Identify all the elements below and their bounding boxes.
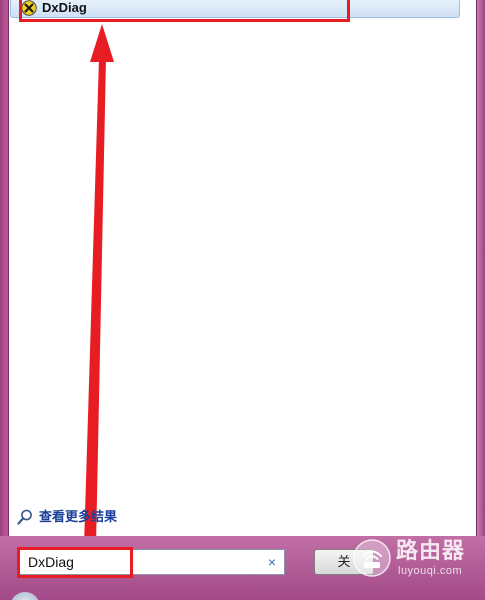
window-frame-right: [477, 0, 485, 600]
see-more-results-label: 查看更多结果: [39, 509, 118, 524]
watermark-title: 路由器: [396, 538, 466, 563]
start-menu-screen: DxDiag 查看更多结果 × 关 路由器 luyouqi.com: [0, 0, 485, 600]
watermark: 路由器 luyouqi.com: [352, 536, 485, 582]
search-icon: [17, 509, 32, 525]
start-menu-panel: [8, 0, 477, 590]
dxdiag-icon: [21, 0, 37, 16]
see-more-results-link[interactable]: 查看更多结果: [16, 508, 117, 526]
search-result-label: DxDiag: [42, 0, 87, 15]
watermark-subtitle: luyouqi.com: [398, 565, 463, 577]
search-box[interactable]: ×: [17, 549, 285, 575]
clear-icon[interactable]: ×: [268, 553, 276, 571]
search-input[interactable]: [28, 553, 258, 571]
router-logo-icon: [353, 539, 391, 577]
